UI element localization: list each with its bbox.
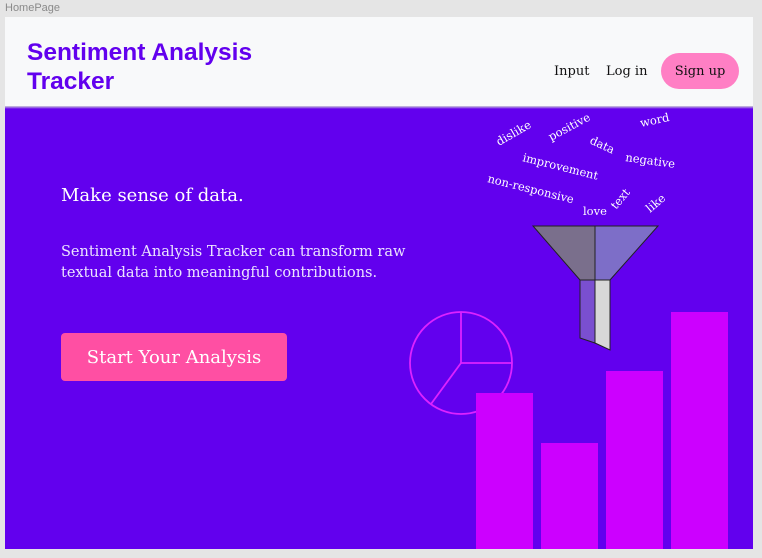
bar-chart-icon <box>476 312 728 549</box>
word-love: love <box>583 204 607 218</box>
word-word: word <box>639 110 672 130</box>
word-text: text <box>608 185 633 212</box>
word-negative: negative <box>625 150 677 171</box>
word-dislike: dislike <box>494 117 534 148</box>
bar-4 <box>671 312 728 549</box>
bar-1 <box>476 393 533 549</box>
bar-3 <box>606 371 663 549</box>
word-positive: positive <box>546 110 593 144</box>
hero-illustration: dislike positive word data improvement n… <box>409 110 728 549</box>
bar-2 <box>541 443 598 549</box>
word-improvement: improvement <box>521 150 600 182</box>
word-data: data <box>588 133 617 157</box>
word-like: like <box>643 191 668 215</box>
frame-label: HomePage <box>5 2 61 14</box>
word-cloud: dislike positive word data improvement n… <box>486 110 676 218</box>
word-non-responsive: non-responsive <box>486 171 575 206</box>
funnel-icon <box>531 225 660 351</box>
homepage: Sentiment Analysis Tracker Input Log in … <box>5 17 753 549</box>
